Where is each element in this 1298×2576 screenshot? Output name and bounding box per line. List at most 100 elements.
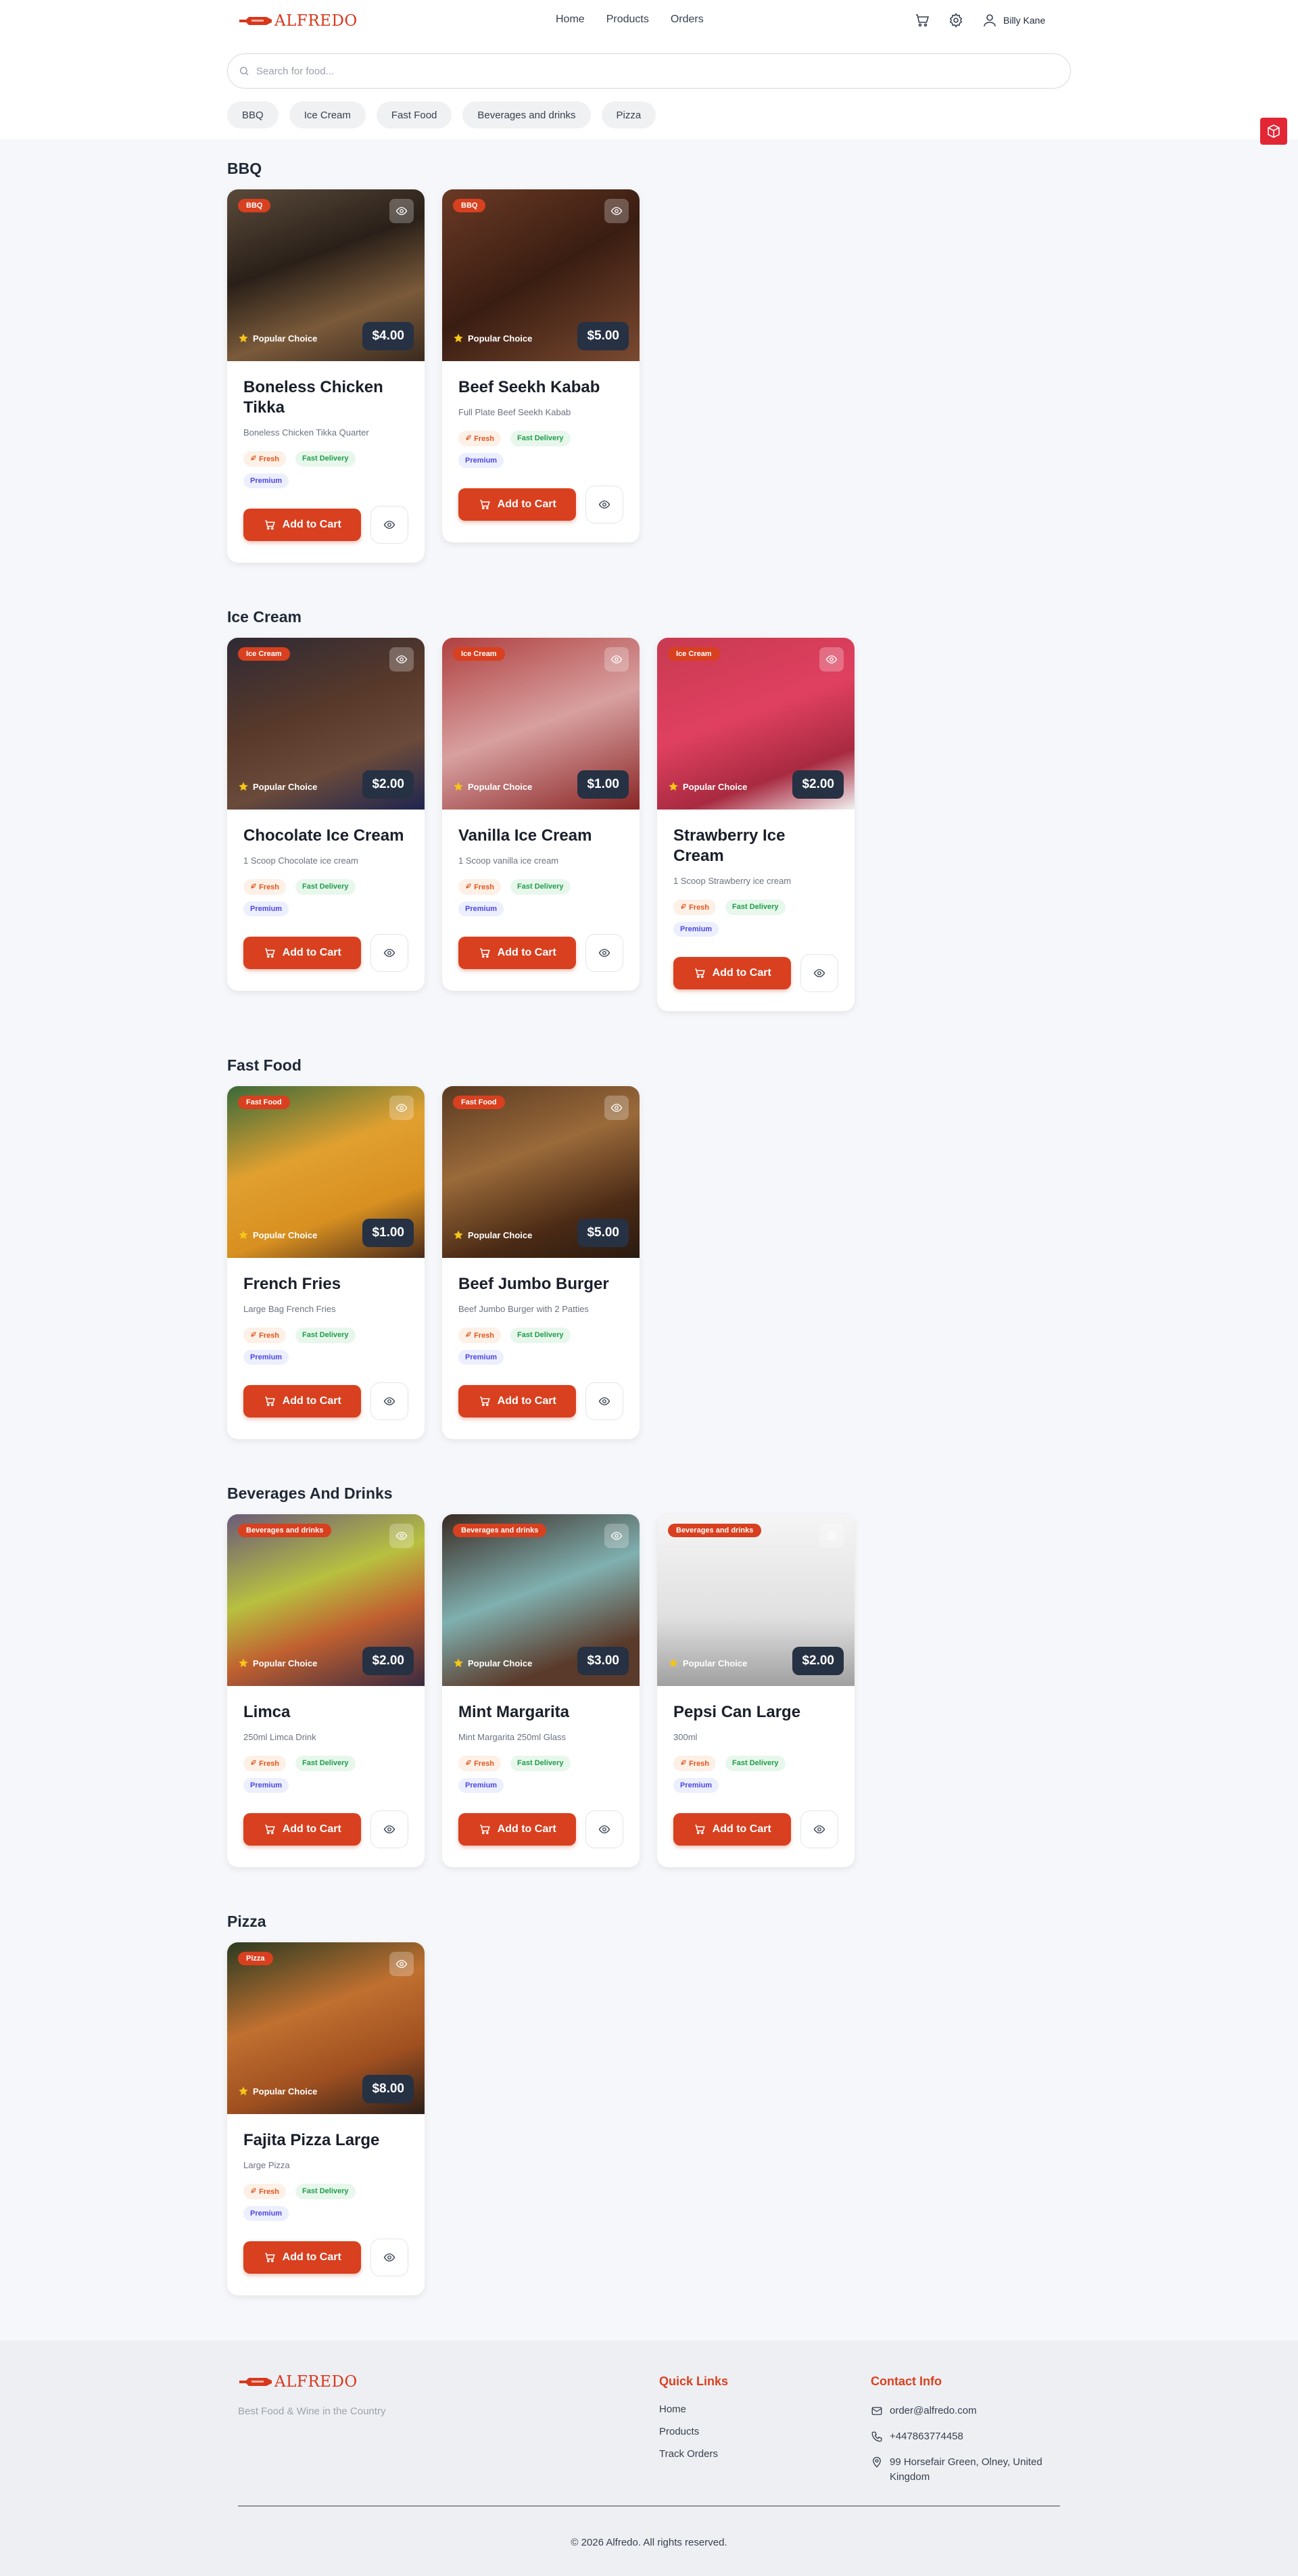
category-chip-fast-food[interactable]: Fast Food	[376, 101, 452, 128]
quick-view-icon[interactable]	[604, 1096, 629, 1120]
add-to-cart-button[interactable]: Add to Cart	[243, 2241, 362, 2274]
quick-view-icon[interactable]	[389, 199, 414, 223]
view-details-button[interactable]	[585, 486, 623, 523]
search-icon	[239, 66, 249, 76]
user-menu[interactable]: Billy Kane	[982, 12, 1045, 28]
section-title: Pizza	[227, 1913, 266, 1930]
view-details-button[interactable]	[370, 1810, 408, 1848]
category-filters: BBQ Ice Cream Fast Food Beverages and dr…	[227, 101, 656, 128]
product-card[interactable]: Fast Food Popular Choice $5.00 Beef Jumb…	[442, 1086, 640, 1439]
product-card[interactable]: BBQ Popular Choice $4.00 Boneless Chicke…	[227, 189, 425, 563]
quick-view-icon[interactable]	[819, 1524, 844, 1548]
footer-link-track-orders[interactable]: Track Orders	[659, 2448, 728, 2460]
product-body: Limca 250ml Limca Drink Fresh Fast Deliv…	[227, 1686, 425, 1867]
add-to-cart-button[interactable]: Add to Cart	[458, 488, 577, 521]
quick-view-icon[interactable]	[604, 199, 629, 223]
view-details-button[interactable]	[370, 1382, 408, 1420]
product-card[interactable]: Beverages and drinks Popular Choice $2.0…	[657, 1514, 855, 1867]
product-image[interactable]: BBQ Popular Choice $4.00	[227, 189, 425, 361]
view-details-button[interactable]	[585, 934, 623, 972]
product-card[interactable]: Fast Food Popular Choice $1.00 French Fr…	[227, 1086, 425, 1439]
product-image[interactable]: Ice Cream Popular Choice $2.00	[657, 638, 855, 810]
product-description: Boneless Chicken Tikka Quarter	[243, 427, 369, 438]
product-card[interactable]: Beverages and drinks Popular Choice $3.0…	[442, 1514, 640, 1867]
quick-view-icon[interactable]	[389, 1524, 414, 1548]
product-image[interactable]: BBQ Popular Choice $5.00	[442, 189, 640, 361]
quick-view-icon[interactable]	[389, 647, 414, 672]
quick-view-icon[interactable]	[819, 647, 844, 672]
popular-choice-label: Popular Choice	[668, 781, 747, 792]
section-pizza: Pizza Pizza Popular Choice $8.00 Fajita …	[227, 1913, 1298, 2295]
star-icon	[239, 1230, 248, 1240]
product-card[interactable]: Pizza Popular Choice $8.00 Fajita Pizza …	[227, 1942, 425, 2295]
product-image[interactable]: Pizza Popular Choice $8.00	[227, 1942, 425, 2114]
add-to-cart-button[interactable]: Add to Cart	[243, 937, 362, 969]
popular-choice-text: Popular Choice	[253, 333, 318, 344]
view-details-button[interactable]	[585, 1810, 623, 1848]
category-chip-pizza[interactable]: Pizza	[601, 101, 656, 128]
view-details-button[interactable]	[370, 934, 408, 972]
product-tags: Fresh Fast Delivery Premium	[243, 879, 392, 916]
view-details-button[interactable]	[370, 506, 408, 544]
product-image[interactable]: Beverages and drinks Popular Choice $2.0…	[657, 1514, 855, 1686]
product-image[interactable]: Beverages and drinks Popular Choice $2.0…	[227, 1514, 425, 1686]
category-chip-beverages[interactable]: Beverages and drinks	[462, 101, 591, 128]
eye-icon	[383, 1825, 395, 1833]
view-details-button[interactable]	[800, 954, 838, 992]
product-body: Mint Margarita Mint Margarita 250ml Glas…	[442, 1686, 640, 1867]
search-input[interactable]	[256, 65, 932, 77]
add-to-cart-button[interactable]: Add to Cart	[673, 957, 792, 989]
product-image[interactable]: Beverages and drinks Popular Choice $3.0…	[442, 1514, 640, 1686]
add-to-cart-button[interactable]: Add to Cart	[243, 509, 362, 541]
view-details-button[interactable]	[585, 1382, 623, 1420]
tag-fresh: Fresh	[243, 879, 287, 895]
footer-link-products[interactable]: Products	[659, 2426, 728, 2437]
category-chip-bbq[interactable]: BBQ	[227, 101, 279, 128]
add-to-cart-button[interactable]: Add to Cart	[458, 1813, 577, 1846]
product-card[interactable]: Ice Cream Popular Choice $2.00 Strawberr…	[657, 638, 855, 1011]
floating-widget-button[interactable]	[1260, 118, 1287, 145]
popular-choice-label: Popular Choice	[453, 1230, 532, 1240]
nav-home[interactable]: Home	[556, 14, 585, 26]
quick-view-icon[interactable]	[604, 647, 629, 672]
popular-choice-text: Popular Choice	[683, 1658, 748, 1668]
view-details-button[interactable]	[370, 2239, 408, 2276]
add-to-cart-button[interactable]: Add to Cart	[243, 1385, 362, 1418]
quick-view-icon[interactable]	[604, 1524, 629, 1548]
tag-fresh: Fresh	[243, 2184, 287, 2199]
product-image[interactable]: Fast Food Popular Choice $1.00	[227, 1086, 425, 1258]
contact-phone[interactable]: +447863774458	[871, 2429, 1067, 2444]
nav-orders[interactable]: Orders	[671, 14, 704, 26]
eye-icon	[598, 949, 610, 957]
product-image[interactable]: Fast Food Popular Choice $5.00	[442, 1086, 640, 1258]
category-chip-ice-cream[interactable]: Ice Cream	[289, 101, 366, 128]
category-badge: BBQ	[238, 199, 271, 212]
quick-view-icon[interactable]	[389, 1952, 414, 1976]
footer-logo[interactable]: ALFREDO	[238, 2373, 358, 2391]
tag-fast-delivery: Fast Delivery	[725, 1756, 786, 1771]
add-to-cart-button[interactable]: Add to Cart	[243, 1813, 362, 1846]
footer-link-home[interactable]: Home	[659, 2404, 728, 2415]
quick-view-icon[interactable]	[389, 1096, 414, 1120]
product-card[interactable]: Beverages and drinks Popular Choice $2.0…	[227, 1514, 425, 1867]
view-details-button[interactable]	[800, 1810, 838, 1848]
product-image[interactable]: Ice Cream Popular Choice $1.00	[442, 638, 640, 810]
contact-email[interactable]: order@alfredo.com	[871, 2404, 1067, 2418]
product-card[interactable]: BBQ Popular Choice $5.00 Beef Seekh Kaba…	[442, 189, 640, 542]
popular-choice-text: Popular Choice	[253, 1658, 318, 1668]
tag-fast-delivery: Fast Delivery	[725, 899, 786, 915]
add-to-cart-button[interactable]: Add to Cart	[458, 1385, 577, 1418]
gear-icon[interactable]	[948, 12, 964, 28]
add-to-cart-button[interactable]: Add to Cart	[673, 1813, 792, 1846]
brand-logo[interactable]: ALFREDO	[238, 12, 358, 30]
add-to-cart-button[interactable]: Add to Cart	[458, 937, 577, 969]
product-image[interactable]: Ice Cream Popular Choice $2.00	[227, 638, 425, 810]
tag-premium: Premium	[458, 1778, 504, 1793]
eye-icon	[383, 2253, 395, 2262]
product-name: Boneless Chicken Tikka	[243, 378, 383, 417]
product-card[interactable]: Ice Cream Popular Choice $2.00 Chocolate…	[227, 638, 425, 991]
product-card[interactable]: Ice Cream Popular Choice $1.00 Vanilla I…	[442, 638, 640, 991]
cart-icon[interactable]	[914, 12, 930, 28]
popular-choice-label: Popular Choice	[238, 781, 317, 792]
nav-products[interactable]: Products	[606, 14, 649, 26]
